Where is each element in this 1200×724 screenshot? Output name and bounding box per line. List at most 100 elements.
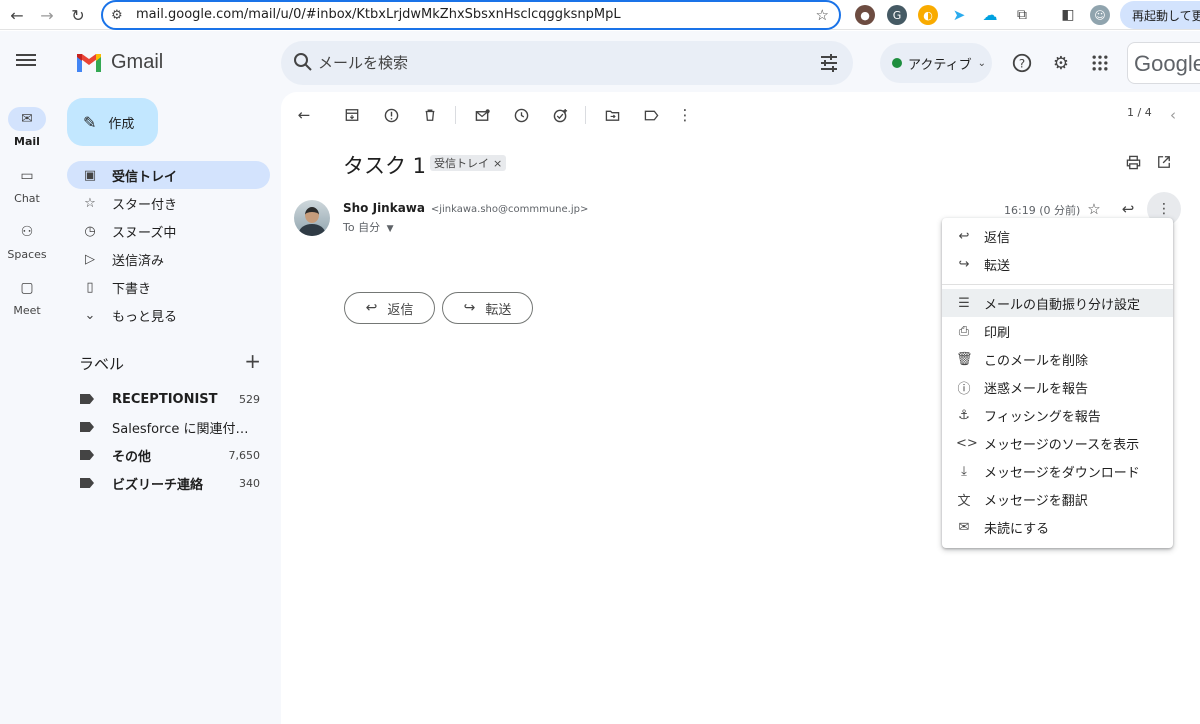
url-text[interactable]: mail.google.com/mail/u/0/#inbox/KtbxLrjd… bbox=[136, 7, 621, 22]
puzzle-icon[interactable]: ⧉ bbox=[1012, 5, 1032, 25]
telegram-icon[interactable]: ➤ bbox=[949, 5, 969, 25]
label-icon[interactable] bbox=[640, 104, 662, 126]
label-item[interactable]: ビズリーチ連絡 340 bbox=[80, 469, 270, 497]
salesforce-icon[interactable]: ☁ bbox=[980, 5, 1000, 25]
help-icon[interactable]: ? bbox=[1010, 51, 1034, 75]
recipient-line[interactable]: To 自分 ▼ bbox=[343, 219, 394, 235]
menu-item-delete[interactable]: 🗑 このメールを削除 bbox=[942, 345, 1173, 373]
label-item[interactable]: その他 7,650 bbox=[80, 441, 270, 469]
archive-icon[interactable] bbox=[341, 104, 363, 126]
apps-grid-icon[interactable] bbox=[1088, 51, 1112, 75]
address-bar[interactable]: ⚙ mail.google.com/mail/u/0/#inbox/KtbxLr… bbox=[101, 0, 841, 30]
menu-item-label: 返信 bbox=[984, 230, 1011, 246]
rail-chat[interactable]: ▭ Chat bbox=[0, 164, 54, 205]
menu-item-reply[interactable]: ↩ 返信 bbox=[942, 222, 1173, 250]
site-settings-icon[interactable]: ⚙ bbox=[111, 8, 123, 23]
bookmark-star-icon[interactable]: ☆ bbox=[816, 6, 829, 24]
label-name: Salesforce に関連付けら… bbox=[112, 421, 260, 437]
reply-button[interactable]: ↩ 返信 bbox=[344, 292, 435, 324]
menu-item-forward[interactable]: ↪ 転送 bbox=[942, 250, 1173, 278]
search-icon[interactable] bbox=[293, 52, 313, 72]
search-bar[interactable] bbox=[281, 41, 853, 85]
menu-item-show-source[interactable]: <> メッセージのソースを表示 bbox=[942, 429, 1173, 457]
sidebar-item-more[interactable]: ⌄ もっと見る bbox=[67, 301, 270, 329]
extension-icon[interactable]: ● bbox=[855, 5, 875, 25]
pencil-icon: ✎ bbox=[83, 112, 97, 132]
compose-button[interactable]: ✎ 作成 bbox=[67, 98, 158, 146]
forward-icon: ↪ bbox=[463, 300, 476, 316]
pager-text: 1 / 4 bbox=[1127, 106, 1152, 119]
caret-down-icon[interactable]: ▼ bbox=[387, 224, 394, 234]
sidebar-item-drafts[interactable]: ▯ 下書き bbox=[67, 273, 270, 301]
rail-spaces[interactable]: ⚇ Spaces bbox=[0, 220, 54, 261]
restart-update-button[interactable]: 再起動して更新 bbox=[1120, 1, 1200, 29]
reply-icon: ↩ bbox=[958, 228, 970, 244]
status-selector[interactable]: アクティブ ⌄ bbox=[880, 43, 992, 83]
extension-icon[interactable]: ◐ bbox=[918, 5, 938, 25]
inbox-icon: ▣ bbox=[83, 167, 97, 183]
gmail-logo[interactable]: Gmail bbox=[75, 51, 163, 74]
menu-item-report-phishing[interactable]: ⚓ フィッシングを報告 bbox=[942, 401, 1173, 429]
search-options-icon[interactable] bbox=[819, 53, 839, 73]
print-icon[interactable] bbox=[1122, 151, 1144, 173]
sidebar-item-inbox[interactable]: ▣ 受信トレイ bbox=[67, 161, 270, 189]
add-label-icon[interactable]: + bbox=[244, 349, 261, 373]
forward-button[interactable]: ↪ 転送 bbox=[442, 292, 533, 324]
label-item[interactable]: RECEPTIONIST 529 bbox=[80, 385, 270, 413]
inbox-label-chip[interactable]: 受信トレイ × bbox=[430, 155, 507, 171]
menu-item-label: このメールを削除 bbox=[984, 353, 1089, 369]
menu-item-print[interactable]: ⎙ 印刷 bbox=[942, 317, 1173, 345]
report-spam-icon[interactable] bbox=[380, 104, 402, 126]
reload-icon[interactable]: ↻ bbox=[67, 4, 89, 26]
message-more-menu: ↩ 返信 ↪ 転送 ☰ メールの自動振り分け設定 ⎙ 印刷 🗑 このメールを削除… bbox=[942, 218, 1173, 548]
rail-label: Meet bbox=[13, 304, 41, 317]
rail-meet[interactable]: ▢ Meet bbox=[0, 276, 54, 317]
rail-mail[interactable]: ✉ Mail bbox=[0, 107, 54, 148]
menu-item-report-spam[interactable]: ⓘ 迷惑メールを報告 bbox=[942, 373, 1173, 401]
gmail-m-icon bbox=[77, 53, 101, 72]
back-icon[interactable]: ← bbox=[6, 4, 28, 26]
menu-item-label: 迷惑メールを報告 bbox=[984, 381, 1089, 397]
chevron-down-icon: ⌄ bbox=[977, 57, 986, 69]
close-icon[interactable]: × bbox=[493, 157, 502, 170]
settings-gear-icon[interactable]: ⚙ bbox=[1049, 51, 1073, 75]
menu-item-translate[interactable]: 文 メッセージを翻訳 bbox=[942, 485, 1173, 513]
browser-toolbar: ← → ↻ ⚙ mail.google.com/mail/u/0/#inbox/… bbox=[0, 0, 1200, 30]
more-vert-icon[interactable]: ⋮ bbox=[674, 104, 696, 126]
sidebar-item-sent[interactable]: ▷ 送信済み bbox=[67, 245, 270, 273]
search-input[interactable] bbox=[318, 51, 778, 75]
extension-icon[interactable]: G bbox=[887, 5, 907, 25]
mail-icon: ✉ bbox=[8, 107, 46, 131]
menu-divider bbox=[942, 284, 1173, 285]
snooze-icon[interactable] bbox=[510, 104, 532, 126]
profile-avatar[interactable]: ☺ bbox=[1090, 5, 1110, 25]
google-account-badge[interactable]: Google bbox=[1127, 42, 1200, 84]
mark-unread-icon[interactable] bbox=[471, 104, 493, 126]
sidebar-item-label: スヌーズ中 bbox=[112, 225, 177, 241]
add-task-icon[interactable] bbox=[549, 104, 571, 126]
star-icon[interactable]: ☆ bbox=[1083, 198, 1105, 220]
menu-item-mark-unread[interactable]: ✉ 未読にする bbox=[942, 513, 1173, 541]
reply-icon[interactable]: ↩ bbox=[1117, 198, 1139, 220]
sender-email: <jinkawa.sho@commmune.jp> bbox=[430, 204, 589, 215]
sender-avatar[interactable] bbox=[294, 200, 330, 236]
open-in-new-icon[interactable] bbox=[1153, 151, 1175, 173]
label-tag-icon bbox=[80, 394, 94, 404]
label-item[interactable]: Salesforce に関連付けら… bbox=[80, 413, 270, 441]
sender-line: Sho Jinkawa <jinkawa.sho@commmune.jp> bbox=[343, 201, 588, 215]
sender-name[interactable]: Sho Jinkawa bbox=[343, 201, 425, 215]
sidebar-item-label: 下書き bbox=[112, 281, 152, 297]
sidebar-item-starred[interactable]: ☆ スター付き bbox=[67, 189, 270, 217]
forward-icon[interactable]: → bbox=[36, 4, 58, 26]
menu-item-download[interactable]: ⤓ メッセージをダウンロード bbox=[942, 457, 1173, 485]
chevron-left-icon[interactable]: ‹ bbox=[1162, 104, 1184, 126]
side-panel-icon[interactable]: ◧ bbox=[1058, 5, 1078, 25]
menu-item-label: メッセージを翻訳 bbox=[984, 493, 1088, 509]
move-to-icon[interactable] bbox=[601, 104, 623, 126]
delete-icon[interactable] bbox=[419, 104, 441, 126]
main-menu-icon[interactable] bbox=[14, 51, 38, 75]
download-icon: ⤓ bbox=[961, 463, 967, 479]
sidebar-item-snoozed[interactable]: ◷ スヌーズ中 bbox=[67, 217, 270, 245]
menu-item-filter[interactable]: ☰ メールの自動振り分け設定 bbox=[942, 289, 1173, 317]
back-arrow-icon[interactable]: ← bbox=[293, 104, 315, 126]
